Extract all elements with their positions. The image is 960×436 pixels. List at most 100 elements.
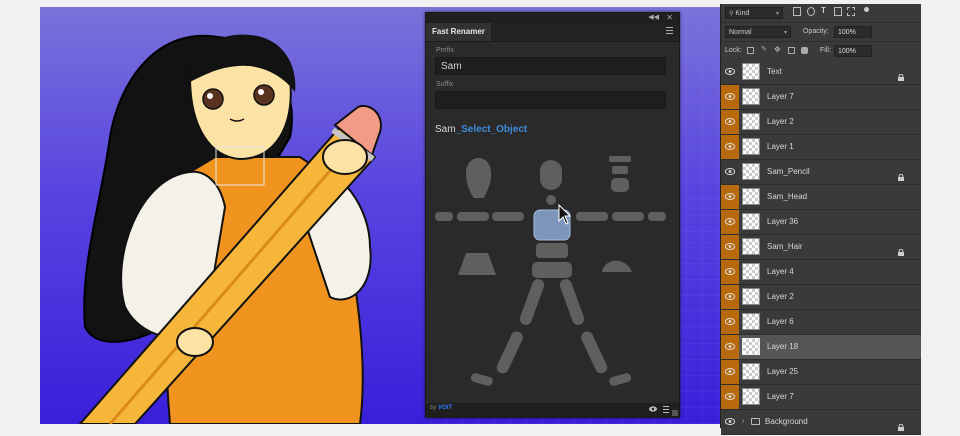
folder-icon <box>751 418 760 425</box>
layer-thumbnail <box>742 163 760 180</box>
left-upper-arm-part <box>492 212 524 221</box>
visibility-toggle[interactable] <box>721 385 739 409</box>
filter-toggle-icon[interactable] <box>864 7 869 12</box>
layer-thumbnail <box>742 263 760 280</box>
smart-object-filter-icon[interactable] <box>847 7 855 16</box>
hair-part <box>466 158 492 198</box>
eye-icon <box>725 343 735 350</box>
visibility-toggle[interactable] <box>721 410 739 434</box>
visibility-toggle[interactable] <box>721 60 739 84</box>
lock-image-icon[interactable]: ✎ <box>761 45 768 53</box>
fill-input[interactable]: 100% <box>834 45 872 57</box>
neck-part <box>546 195 556 205</box>
layer-name: Sam_Hair <box>767 242 803 251</box>
visibility-toggle[interactable] <box>721 310 739 334</box>
fast-renamer-panel: ◀◀ ✕ Fast Renamer Prefix Sam Suffix Sam_… <box>425 12 680 418</box>
body-part-selector[interactable] <box>426 148 679 398</box>
footer-menu-icon[interactable] <box>663 406 669 413</box>
layer-row[interactable]: Text <box>721 60 921 85</box>
layer-name: Sam_Pencil <box>767 167 810 176</box>
layer-row[interactable]: Layer 4 <box>721 260 921 285</box>
layer-name: Layer 18 <box>767 342 799 351</box>
visibility-toggle[interactable] <box>721 185 739 209</box>
chevron-down-icon: ▾ <box>775 11 779 17</box>
lock-artboard-icon[interactable] <box>788 47 795 54</box>
panel-menu-icon[interactable] <box>666 27 673 35</box>
blend-mode-select[interactable]: Normal ▾ <box>725 26 791 38</box>
panel-title-strip: ◀◀ ✕ <box>426 13 679 23</box>
collapse-icon[interactable]: ◀◀ <box>648 13 659 23</box>
prefix-label: Prefix <box>436 47 454 54</box>
layer-row[interactable]: Layer 2 <box>721 110 921 135</box>
lock-all-icon[interactable] <box>801 47 808 54</box>
visibility-icon[interactable] <box>649 406 657 412</box>
layer-name: Sam_Head <box>767 192 808 201</box>
visibility-toggle[interactable] <box>721 260 739 284</box>
eye-icon <box>725 368 735 375</box>
lock-row: Lock: ✎ ✥ Fill: 100% <box>721 42 921 61</box>
accessory-top-part <box>609 156 631 162</box>
lock-transparency-icon[interactable] <box>747 47 754 54</box>
layer-row[interactable]: Sam_Hair <box>721 235 921 260</box>
layer-row[interactable]: Sam_Head <box>721 185 921 210</box>
layer-name: Background <box>765 417 808 426</box>
layer-name: Layer 1 <box>767 142 794 151</box>
visibility-toggle[interactable] <box>721 85 739 109</box>
visibility-toggle[interactable] <box>721 360 739 384</box>
hips-part <box>532 262 572 278</box>
layer-row[interactable]: Layer 6 <box>721 310 921 335</box>
opacity-input[interactable]: 100% <box>834 26 872 38</box>
layer-name: Layer 2 <box>767 292 794 301</box>
layer-row[interactable]: Layer 25 <box>721 360 921 385</box>
eye-icon <box>725 268 735 275</box>
layer-row[interactable]: Layer 36 <box>721 210 921 235</box>
prefix-input[interactable]: Sam <box>435 57 666 75</box>
lock-position-icon[interactable]: ✥ <box>774 45 781 54</box>
kind-filter-select[interactable]: ⚲ Kind ▾ <box>725 7 783 19</box>
accessory-mid-part <box>612 166 628 174</box>
skirt-part <box>458 253 496 275</box>
layer-row[interactable]: Layer 2 <box>721 285 921 310</box>
left-thigh-part <box>519 279 545 325</box>
suffix-input[interactable] <box>435 91 666 109</box>
shape-filter-icon[interactable] <box>834 7 842 16</box>
layer-row[interactable]: Layer 18 <box>721 335 921 360</box>
resize-grip-icon[interactable] <box>672 410 678 416</box>
type-filter-icon[interactable]: T <box>821 6 829 15</box>
waist-part <box>536 243 568 258</box>
eye-icon <box>725 193 735 200</box>
visibility-toggle[interactable] <box>721 285 739 309</box>
layer-row[interactable]: Layer 1 <box>721 135 921 160</box>
layer-thumbnail <box>742 213 760 230</box>
layer-row[interactable]: Layer 7 <box>721 85 921 110</box>
panel-footer: by VOIT <box>426 403 679 417</box>
visibility-toggle[interactable] <box>721 335 739 359</box>
lock-icon <box>898 243 904 256</box>
layer-thumbnail <box>742 188 760 205</box>
layer-name: Layer 2 <box>767 117 794 126</box>
expand-arrow-icon[interactable]: › <box>742 418 744 425</box>
layer-row[interactable]: Layer 7 <box>721 385 921 410</box>
visibility-toggle[interactable] <box>721 210 739 234</box>
preview-prefix: Sam <box>435 124 456 135</box>
visibility-toggle[interactable] <box>721 110 739 134</box>
layer-thumbnail <box>742 338 760 355</box>
eye-icon <box>725 243 735 250</box>
right-shin-part <box>581 331 608 374</box>
left-forearm-part <box>457 212 489 221</box>
visibility-toggle[interactable] <box>721 235 739 259</box>
pixel-filter-icon[interactable] <box>793 7 801 16</box>
layer-row[interactable]: Sam_Pencil <box>721 160 921 185</box>
layer-row[interactable]: › Background <box>721 410 921 435</box>
visibility-toggle[interactable] <box>721 135 739 159</box>
visibility-toggle[interactable] <box>721 160 739 184</box>
right-thigh-part <box>559 279 585 325</box>
layer-thumbnail <box>742 138 760 155</box>
close-icon[interactable]: ✕ <box>666 13 673 23</box>
right-hand-part <box>648 212 666 221</box>
left-shin-part <box>496 331 523 374</box>
layer-thumbnail <box>742 88 760 105</box>
layer-name: Layer 4 <box>767 267 794 276</box>
adjustment-filter-icon[interactable] <box>807 7 815 16</box>
tab-fast-renamer[interactable]: Fast Renamer <box>426 23 491 41</box>
